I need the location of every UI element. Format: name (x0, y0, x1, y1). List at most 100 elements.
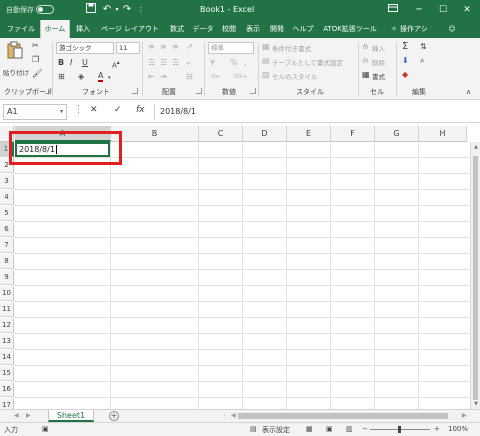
font-size-select[interactable]: 11 (116, 42, 140, 54)
add-sheet-button[interactable]: + (109, 411, 119, 421)
row-header[interactable]: 13 (0, 334, 14, 349)
scroll-down-icon[interactable]: ▼ (471, 401, 480, 407)
row-header[interactable]: 7 (0, 238, 14, 253)
enter-icon[interactable]: ✓ (114, 105, 122, 115)
fill-icon[interactable]: ⬇ (402, 56, 409, 66)
macro-record-icon[interactable]: ▣ (42, 425, 49, 433)
row-header[interactable]: 5 (0, 206, 14, 221)
cut-icon[interactable]: ✂ (32, 41, 39, 51)
column-header-h[interactable]: H (419, 126, 467, 142)
column-header-g[interactable]: G (375, 126, 419, 142)
next-sheet-icon[interactable]: ▶ (26, 412, 31, 419)
tab-file[interactable]: ファイル (4, 20, 38, 38)
insert-cells-icon[interactable]: ⊕ (362, 42, 369, 52)
tab-developer[interactable]: 開発 (266, 20, 288, 38)
display-settings-icon[interactable]: ▤ (250, 425, 257, 433)
format-as-table-button[interactable]: テーブルとして書式設定 (272, 57, 343, 67)
align-middle-icon[interactable]: ≡ (160, 42, 167, 52)
row-header[interactable]: 6 (0, 222, 14, 237)
scrollbar-thumb[interactable] (238, 413, 448, 419)
row-header[interactable]: 11 (0, 302, 14, 317)
conditional-format-button[interactable]: 条件付き書式 (272, 43, 311, 53)
format-cells-icon[interactable]: ▦ (362, 70, 370, 80)
tab-view[interactable]: 表示 (242, 20, 264, 38)
row-header[interactable]: 9 (0, 270, 14, 285)
tab-page-layout[interactable]: ページ レイアウト (96, 20, 164, 38)
scroll-right-icon[interactable]: ▶ (462, 412, 467, 419)
align-center-icon[interactable]: ☰ (160, 58, 167, 68)
format-painter-icon[interactable]: 🖌 (32, 69, 42, 79)
sort-filter-icon[interactable]: ⇅ (420, 42, 427, 52)
font-name-select[interactable]: 游ゴシック (56, 42, 114, 54)
column-header-f[interactable]: F (331, 126, 375, 142)
tab-home[interactable]: ホーム (40, 20, 70, 38)
column-header-d[interactable]: D (243, 126, 287, 142)
scroll-left-icon[interactable]: ◀ (231, 412, 236, 419)
number-launcher-icon[interactable] (250, 88, 256, 94)
number-format-select[interactable]: 標準 (208, 42, 254, 54)
underline-button[interactable]: U (82, 58, 88, 68)
cancel-icon[interactable]: ✕ (90, 105, 98, 115)
grow-font-icon[interactable]: A▴ (112, 58, 120, 70)
increase-indent-icon[interactable]: ⇥ (160, 72, 167, 82)
redo-icon[interactable]: ↷ (120, 3, 134, 17)
format-as-table-icon[interactable]: ▤ (262, 56, 270, 66)
column-header-e[interactable]: E (287, 126, 331, 142)
merge-center-icon[interactable]: ⊟ (186, 72, 193, 82)
tab-help[interactable]: ヘルプ (290, 20, 316, 38)
minimize-icon[interactable]: ─ (408, 0, 430, 20)
column-header-c[interactable]: C (199, 126, 243, 142)
copy-icon[interactable]: ❐ (32, 55, 39, 65)
insert-function-icon[interactable]: fx (136, 105, 145, 115)
align-right-icon[interactable]: ☰ (172, 58, 179, 68)
name-box[interactable]: A1 ▾ (3, 104, 67, 120)
row-header[interactable]: 10 (0, 286, 14, 301)
tell-me-input[interactable]: 操作アシ (400, 20, 434, 38)
vertical-scrollbar[interactable]: ▲ ▼ (470, 142, 480, 409)
currency-button[interactable]: ¥ (210, 58, 215, 68)
row-header[interactable]: 3 (0, 174, 14, 189)
bold-button[interactable]: B (58, 58, 64, 68)
chevron-down-icon[interactable]: ▾ (108, 73, 111, 83)
worksheet-grid[interactable]: A B C D E F G H 1 2 3 4 5 6 7 8 9 10 11 … (0, 123, 480, 409)
align-top-icon[interactable]: ≡ (148, 42, 155, 52)
collapse-ribbon-icon[interactable]: ∧ (466, 87, 471, 97)
customize-qat-icon[interactable]: ⋮ (134, 3, 148, 17)
scroll-up-icon[interactable]: ▲ (471, 144, 480, 150)
cell-styles-icon[interactable]: ▨ (262, 70, 270, 80)
prev-sheet-icon[interactable]: ◀ (14, 412, 19, 419)
comma-button[interactable]: , (244, 58, 247, 68)
row-header[interactable]: 16 (0, 382, 14, 397)
normal-view-icon[interactable]: ▦ (306, 425, 313, 433)
alignment-launcher-icon[interactable] (196, 88, 202, 94)
sheet-tab[interactable]: Sheet1 (48, 410, 94, 422)
row-header[interactable]: 8 (0, 254, 14, 269)
chevron-down-icon[interactable]: ▾ (60, 105, 63, 119)
row-header[interactable]: 14 (0, 350, 14, 365)
paste-button[interactable]: 貼り付け (3, 41, 29, 81)
tab-data[interactable]: データ (190, 20, 216, 38)
decrease-decimal-icon[interactable]: .00→ (232, 72, 247, 82)
more-options-icon[interactable]: ⋮ (74, 105, 83, 115)
align-left-icon[interactable]: ☰ (148, 58, 155, 68)
autosum-button[interactable]: Σ (402, 42, 408, 52)
row-header[interactable]: 15 (0, 366, 14, 381)
insert-cells-button[interactable]: 挿入 (372, 43, 385, 53)
horizontal-scrollbar[interactable]: ◀ ▶ (230, 412, 470, 420)
page-break-view-icon[interactable]: ▥ (346, 425, 353, 433)
conditional-format-icon[interactable]: ▦ (262, 42, 270, 52)
format-cells-button[interactable]: 書式 (372, 71, 385, 81)
font-color-button[interactable]: A (98, 71, 104, 82)
orientation-icon[interactable]: ↗ (186, 42, 193, 52)
tab-atok[interactable]: ATOK拡張ツール (318, 20, 382, 38)
tab-insert[interactable]: 挿入 (72, 20, 94, 38)
tab-formulas[interactable]: 数式 (166, 20, 188, 38)
font-launcher-icon[interactable] (132, 88, 138, 94)
column-header-b[interactable]: B (111, 126, 199, 142)
formula-input[interactable]: 2018/8/1 (154, 104, 476, 120)
row-header[interactable]: 17 (0, 398, 14, 409)
italic-button[interactable]: I (70, 58, 72, 68)
delete-cells-button[interactable]: 削除 (372, 57, 385, 67)
split-handle-icon[interactable]: ⋮ (222, 412, 228, 419)
row-header[interactable]: 4 (0, 190, 14, 205)
